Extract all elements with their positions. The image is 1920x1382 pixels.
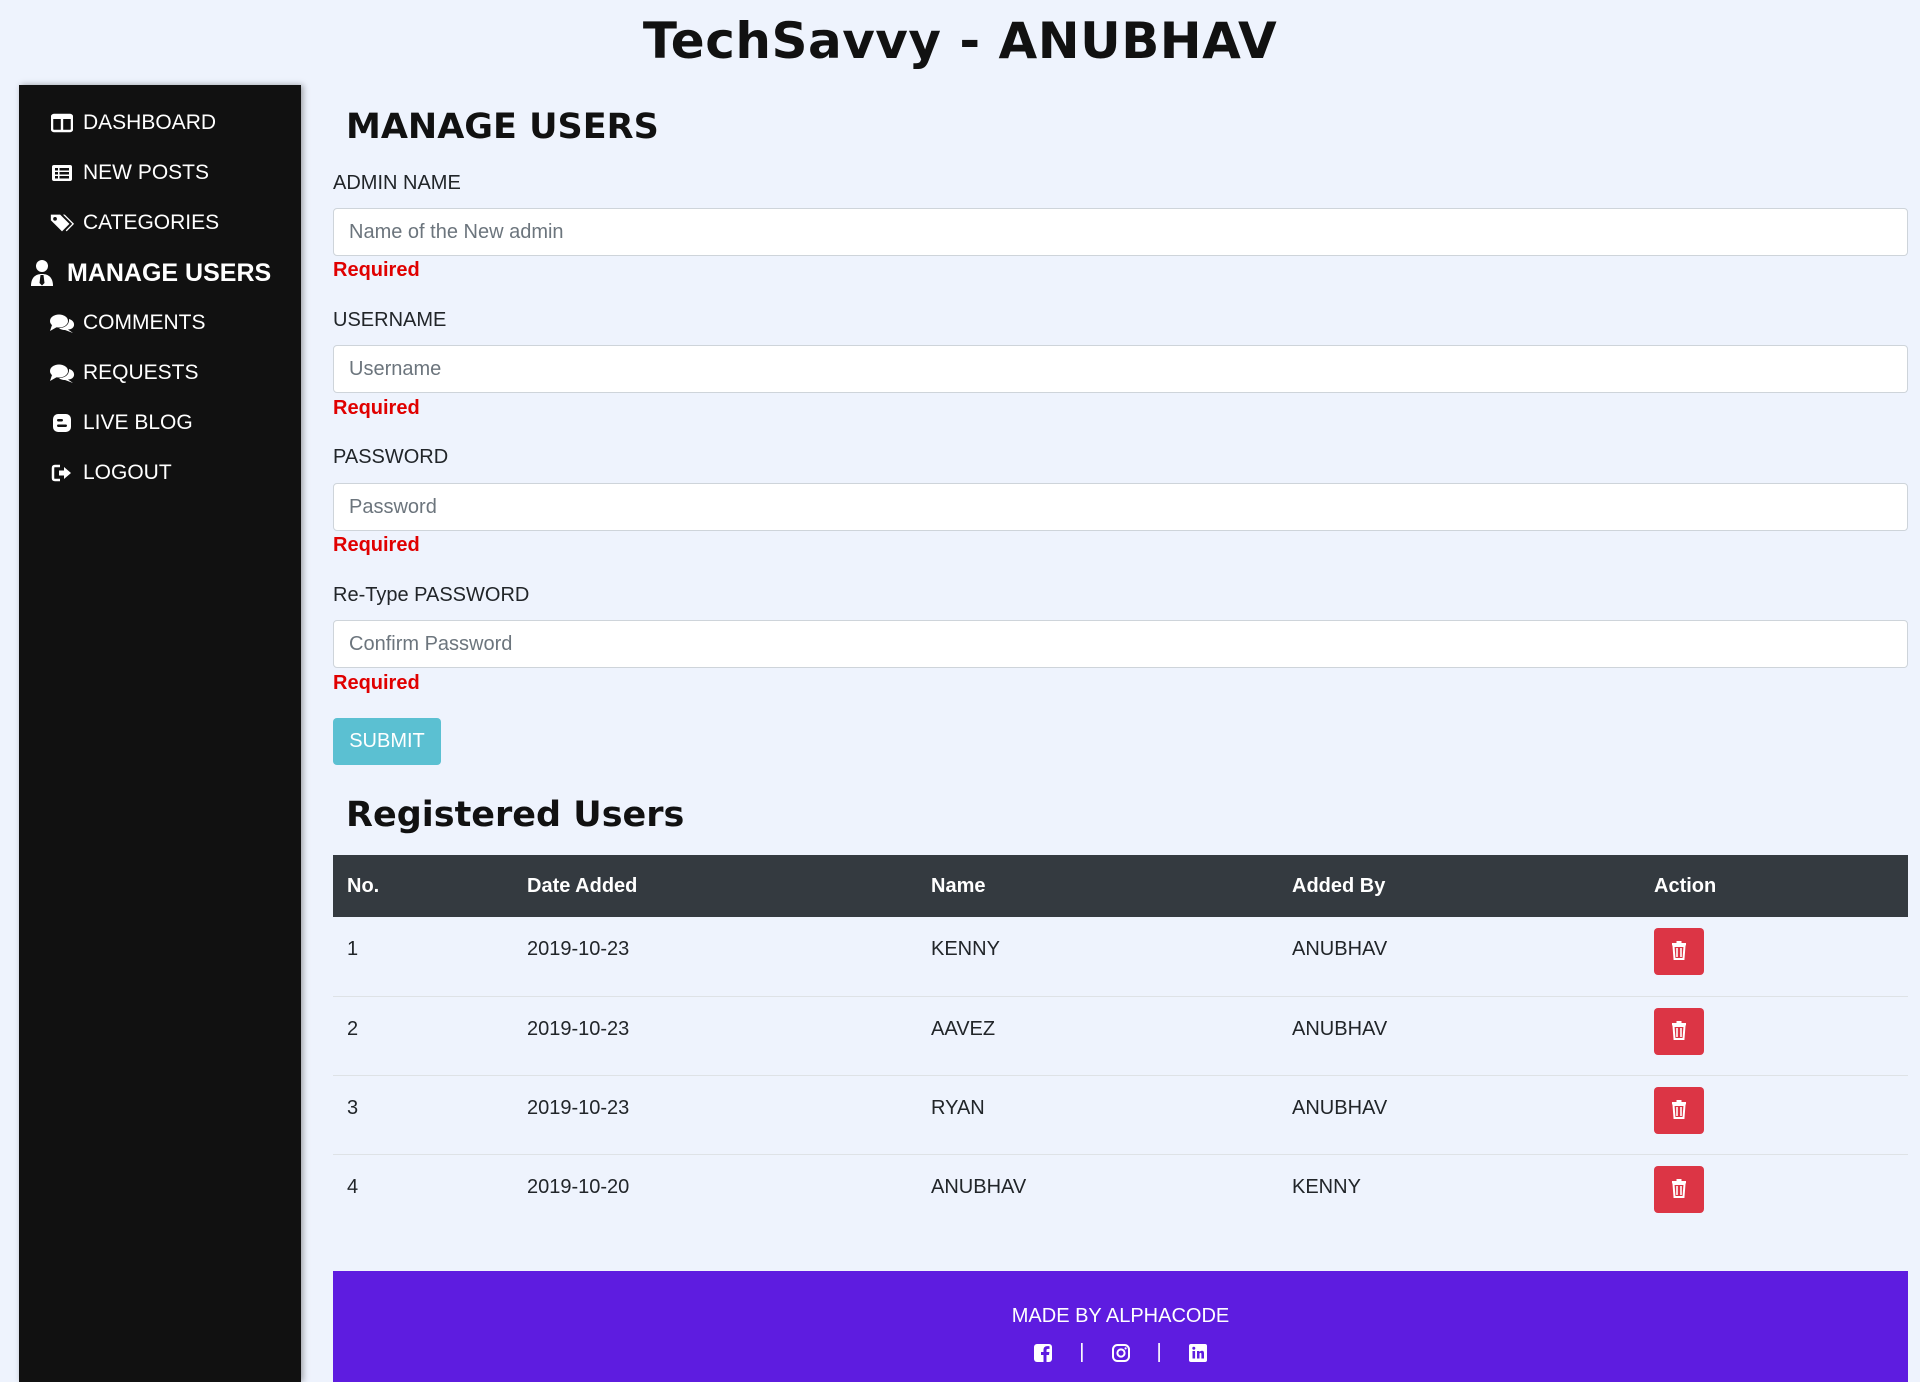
cell-action: [1640, 917, 1908, 996]
facebook-icon[interactable]: [1033, 1343, 1053, 1363]
cell-no: 1: [347, 938, 359, 960]
trash-icon: [1671, 1178, 1687, 1201]
sidebar-item-label: MANAGE USERS: [67, 258, 272, 287]
table-row: 4 2019-10-20 ANUBHAV KENNY: [333, 1153, 1908, 1233]
column-header-added-by: Added By: [1292, 874, 1386, 897]
cell-action: [1640, 995, 1908, 1075]
delete-user-button[interactable]: [1654, 928, 1704, 975]
comments-icon: [49, 310, 75, 336]
retype-password-label: Re-Type PASSWORD: [333, 584, 530, 606]
sidebar-item-label: CATEGORIES: [83, 211, 220, 234]
delete-user-button[interactable]: [1654, 1007, 1704, 1055]
cell-date-added: 2019-10-23: [513, 995, 917, 1075]
users-table: No. Date Added Name Added By Action 1 20…: [333, 855, 1908, 1233]
social-links: | |: [333, 1341, 1908, 1364]
columns-icon: [49, 110, 75, 136]
footer-credit: MADE BY ALPHACODE: [1011, 1305, 1230, 1327]
column-header-no: No.: [347, 874, 380, 897]
table-row: 2 2019-10-23 AAVEZ ANUBHAV: [333, 995, 1908, 1075]
footer: MADE BY ALPHACODE | |: [333, 1271, 1908, 1382]
table-row: 1 2019-10-23 KENNY ANUBHAV: [333, 917, 1908, 996]
sidebar-item-label: COMMENTS: [83, 311, 206, 334]
footer-separator: |: [1079, 1341, 1085, 1363]
sidebar-item-comments[interactable]: COMMENTS: [49, 310, 206, 336]
admin-name-input[interactable]: [333, 208, 1908, 256]
trash-icon: [1671, 1099, 1687, 1122]
password-label: PASSWORD: [333, 446, 449, 468]
confirm-password-input[interactable]: [333, 620, 1908, 668]
sidebar-item-manage-users[interactable]: MANAGE USERS: [27, 258, 271, 288]
cell-name: AAVEZ: [917, 995, 1278, 1075]
sidebar-item-categories[interactable]: CATEGORIES: [49, 210, 219, 236]
sidebar-item-live-blog[interactable]: LIVE BLOG: [49, 410, 193, 436]
column-header-name: Name: [931, 874, 986, 897]
cell-added-by: ANUBHAV: [1292, 938, 1388, 960]
sidebar: DASHBOARD NEW POSTS CATEGORIES MANAGE US…: [19, 85, 301, 1382]
cell-added-by: KENNY: [1278, 1153, 1640, 1233]
cell-no: 4: [333, 1153, 513, 1233]
confirm-password-required: Required: [333, 672, 420, 694]
registered-users-title: Registered Users: [346, 795, 685, 835]
cell-no: 2: [333, 995, 513, 1075]
list-icon: [49, 160, 75, 186]
trash-icon: [1671, 940, 1687, 963]
sidebar-item-label: LOGOUT: [83, 461, 172, 484]
tags-icon: [49, 210, 75, 236]
table-row: 3 2019-10-23 RYAN ANUBHAV: [333, 1074, 1908, 1154]
cell-name: KENNY: [931, 938, 1000, 960]
cell-action: [1640, 1074, 1908, 1154]
sidebar-item-label: LIVE BLOG: [83, 411, 193, 434]
footer-separator: |: [1156, 1341, 1162, 1363]
table-header-row: No. Date Added Name Added By Action: [333, 855, 1908, 917]
admin-name-label: ADMIN NAME: [333, 172, 461, 194]
sidebar-item-label: DASHBOARD: [83, 111, 217, 134]
sidebar-item-requests[interactable]: REQUESTS: [49, 360, 199, 386]
cell-added-by: ANUBHAV: [1278, 1074, 1640, 1154]
password-required: Required: [333, 534, 420, 556]
cell-date-added: 2019-10-23: [513, 1074, 917, 1154]
sign-out-icon: [49, 460, 75, 486]
cell-action: [1640, 1153, 1908, 1233]
column-header-action: Action: [1654, 874, 1717, 897]
linkedin-icon[interactable]: [1188, 1343, 1208, 1363]
cell-name: ANUBHAV: [917, 1153, 1278, 1233]
column-header-date-added: Date Added: [527, 874, 638, 897]
instagram-icon[interactable]: [1111, 1343, 1131, 1363]
username-required: Required: [333, 397, 420, 419]
delete-user-button[interactable]: [1654, 1165, 1704, 1213]
site-title: TechSavvy - ANUBHAV: [642, 12, 1278, 70]
delete-user-button[interactable]: [1654, 1086, 1704, 1134]
password-input[interactable]: [333, 483, 1908, 531]
page-title: MANAGE USERS: [346, 107, 659, 147]
cell-added-by: ANUBHAV: [1278, 995, 1640, 1075]
user-tie-icon: [27, 258, 57, 288]
sidebar-item-new-posts[interactable]: NEW POSTS: [49, 160, 209, 186]
trash-icon: [1671, 1020, 1687, 1043]
sidebar-item-dashboard[interactable]: DASHBOARD: [49, 110, 216, 136]
cell-date-added: 2019-10-23: [527, 938, 630, 960]
sidebar-item-label: NEW POSTS: [83, 161, 210, 184]
blogger-icon: [49, 410, 75, 436]
submit-button[interactable]: SUBMIT: [333, 718, 441, 765]
admin-name-required: Required: [333, 259, 420, 281]
comments-icon: [49, 360, 75, 386]
username-label: USERNAME: [333, 309, 447, 331]
username-input[interactable]: [333, 345, 1908, 393]
sidebar-item-logout[interactable]: LOGOUT: [49, 460, 172, 486]
sidebar-item-label: REQUESTS: [83, 361, 199, 384]
cell-name: RYAN: [917, 1074, 1278, 1154]
cell-date-added: 2019-10-20: [513, 1153, 917, 1233]
cell-no: 3: [333, 1074, 513, 1154]
